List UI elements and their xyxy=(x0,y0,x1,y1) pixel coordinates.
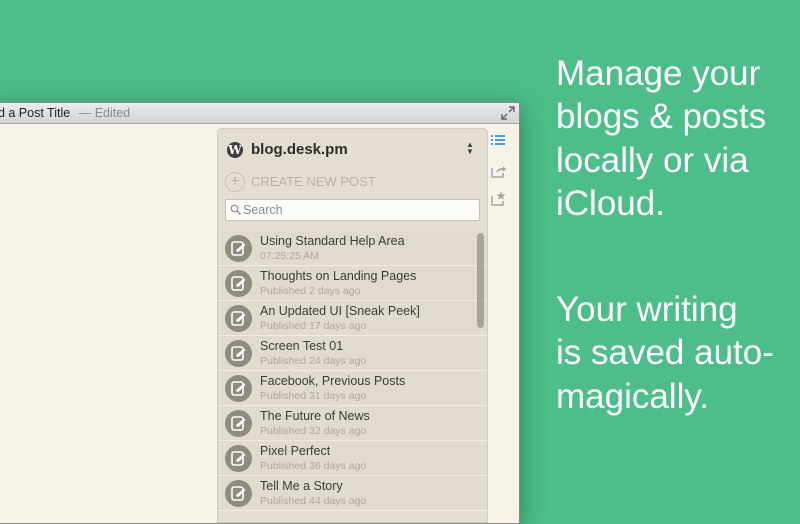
post-title: Thoughts on Landing Pages xyxy=(260,269,417,283)
post-title: Facebook, Previous Posts xyxy=(260,374,406,388)
plus-icon: + xyxy=(225,172,245,192)
editor-area[interactable] xyxy=(0,124,217,523)
posts-sidebar: W blog.desk.pm ▲▼ + CREATE NEW POST Usin… xyxy=(217,128,488,523)
list-item[interactable]: The Future of News Published 32 days ago xyxy=(218,406,487,441)
post-title: Pixel Perfect xyxy=(260,444,331,458)
app-window: dd a Post Title — Edited W blog.desk.pm … xyxy=(0,102,520,524)
post-edit-icon xyxy=(225,270,252,297)
title-bar[interactable]: dd a Post Title — Edited xyxy=(0,103,519,124)
post-title-text: dd a Post Title xyxy=(0,106,71,120)
post-list-scrollbar[interactable] xyxy=(477,233,484,328)
edited-label: Edited xyxy=(94,106,131,120)
list-icon[interactable] xyxy=(489,131,507,149)
search-icon xyxy=(230,204,241,215)
post-list: Using Standard Help Area 07:25:25 AM Tho… xyxy=(218,231,487,522)
post-edit-icon xyxy=(225,235,252,262)
post-edit-icon xyxy=(225,445,252,472)
share-icon[interactable] xyxy=(489,162,507,180)
search-input[interactable] xyxy=(243,200,473,220)
post-edit-icon xyxy=(225,480,252,507)
marketing-line: Manage your xyxy=(556,54,761,93)
post-edit-icon xyxy=(225,305,252,332)
edited-status: — Edited xyxy=(79,106,130,120)
post-edit-icon xyxy=(225,375,252,402)
post-date: Published 31 days ago xyxy=(260,390,367,402)
list-item[interactable]: Screen Test 01 Published 24 days ago xyxy=(218,336,487,371)
post-date: 07:25:25 AM xyxy=(260,250,319,262)
list-item[interactable]: Pixel Perfect Published 36 days ago xyxy=(218,441,487,476)
post-date: Published 2 days ago xyxy=(260,285,361,297)
create-new-post-label: CREATE NEW POST xyxy=(251,174,376,189)
post-date: Published 32 days ago xyxy=(260,425,367,437)
search-field[interactable] xyxy=(225,199,480,221)
marketing-line: iCloud. xyxy=(556,183,665,223)
post-date: Published 44 days ago xyxy=(260,495,367,507)
list-item[interactable]: An Updated UI [Sneak Peek] Published 17 … xyxy=(218,301,487,336)
window-title: dd a Post Title — Edited xyxy=(0,103,130,123)
fullscreen-icon[interactable] xyxy=(501,106,515,120)
marketing-line: is saved auto- xyxy=(556,333,774,373)
list-item[interactable]: Tell Me a Story Published 44 days ago xyxy=(218,476,487,511)
marketing-line: Your writing xyxy=(556,290,738,329)
blog-name: blog.desk.pm xyxy=(251,141,348,158)
post-edit-icon xyxy=(225,410,252,437)
list-item[interactable]: Thoughts on Landing Pages Published 2 da… xyxy=(218,266,487,301)
share-star-icon[interactable] xyxy=(489,190,507,208)
marketing-line: magically. xyxy=(556,376,710,416)
list-item[interactable]: Using Standard Help Area 07:25:25 AM xyxy=(218,231,487,266)
post-edit-icon xyxy=(225,340,252,367)
wordpress-icon: W xyxy=(227,142,243,158)
post-title: An Updated UI [Sneak Peek] xyxy=(260,304,420,318)
post-date: Published 36 days ago xyxy=(260,460,367,472)
marketing-text-block-1: Manage your blogs & posts locally or via… xyxy=(556,52,766,225)
marketing-line: blogs & posts xyxy=(556,97,767,137)
marketing-line: locally or via xyxy=(556,140,749,180)
list-item[interactable]: Facebook, Previous Posts Published 31 da… xyxy=(218,371,487,406)
blog-selector[interactable]: W blog.desk.pm ▲ ▼ xyxy=(218,129,487,169)
post-title: Using Standard Help Area xyxy=(260,234,405,248)
title-separator: — xyxy=(78,106,92,120)
post-title: Tell Me a Story xyxy=(260,479,343,493)
post-title: Screen Test 01 xyxy=(260,339,344,353)
post-date: Published 24 days ago xyxy=(260,355,367,367)
post-date: Published 17 days ago xyxy=(260,320,367,332)
chevron-updown-icon[interactable]: ▲ ▼ xyxy=(466,141,474,156)
post-title: The Future of News xyxy=(260,409,370,423)
marketing-text-block-2: Your writing is saved auto- magically. xyxy=(556,288,774,418)
